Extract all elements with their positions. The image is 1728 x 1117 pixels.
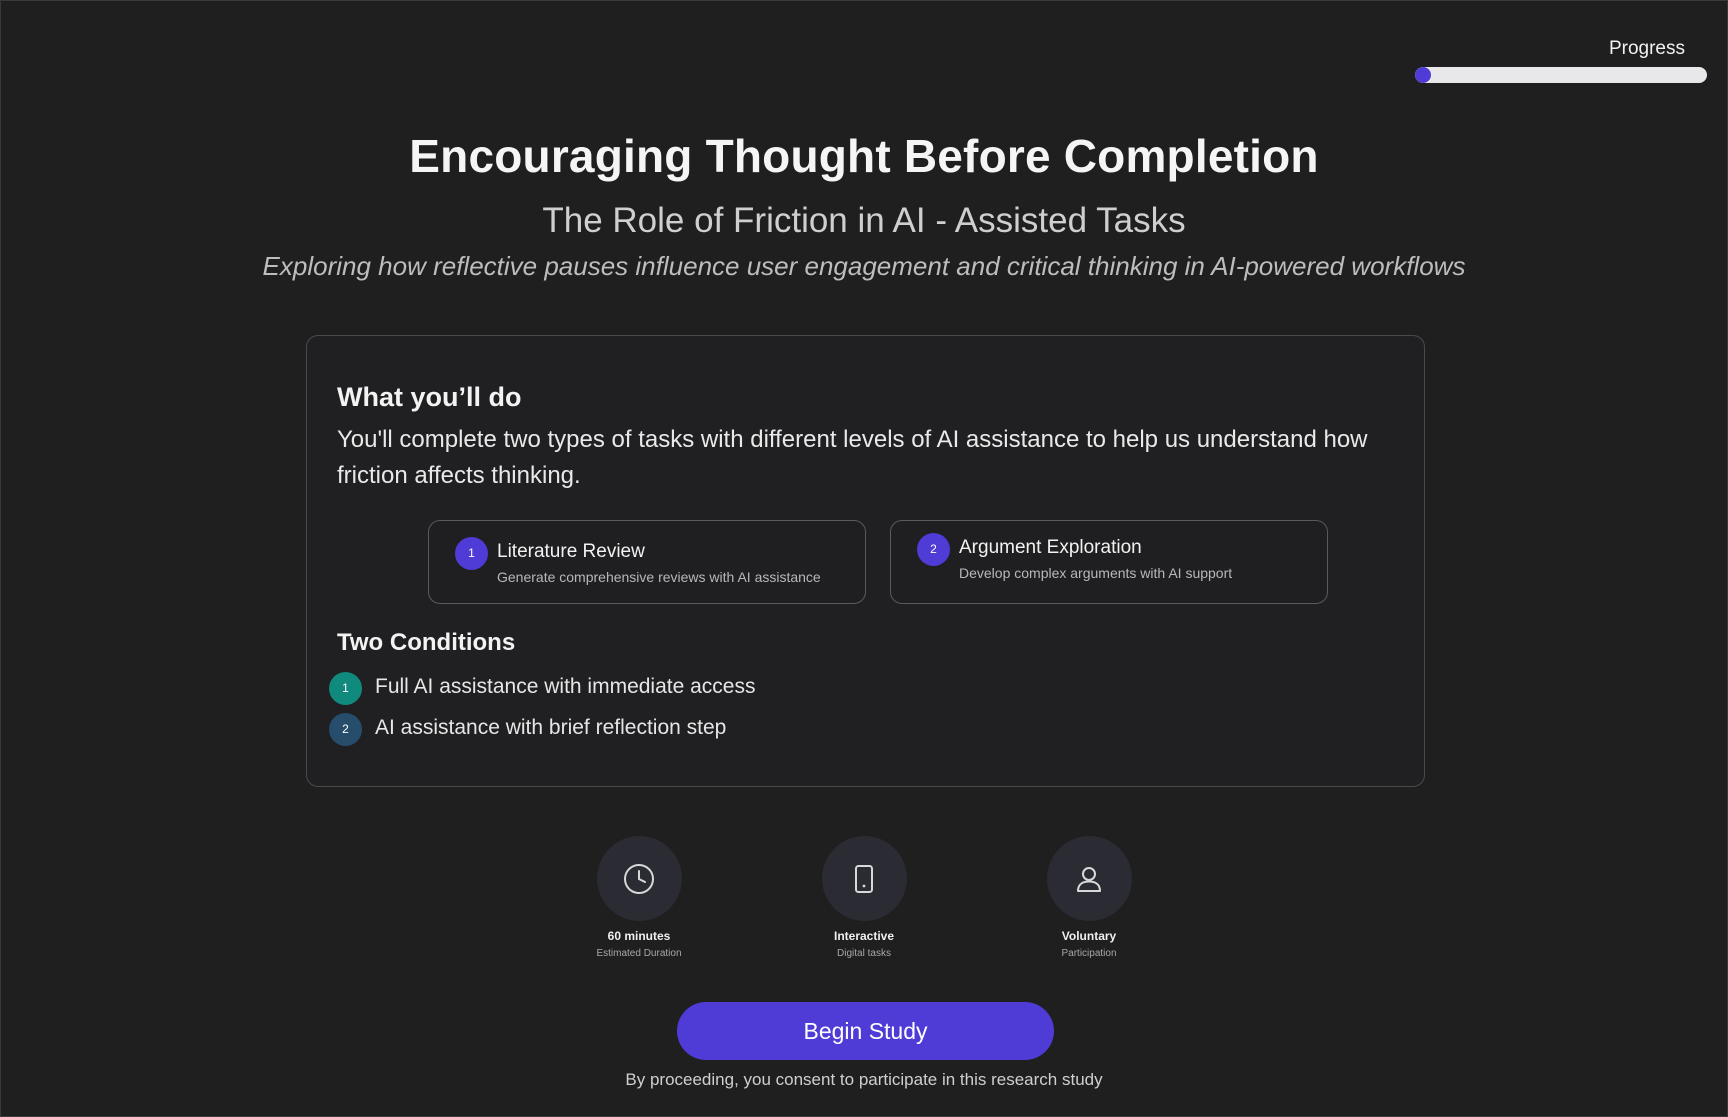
study-overview-card: What you’ll do You'll complete two types… [306,335,1425,787]
condition-number-badge: 1 [329,672,362,705]
task-subtitle: Generate comprehensive reviews with AI a… [497,569,821,585]
condition-text: AI assistance with brief reflection step [375,716,727,739]
task-title: Literature Review [497,541,645,562]
info-format: Interactive Digital tasks [784,836,944,959]
info-sub: Participation [1061,948,1117,959]
progress-fill [1415,67,1431,83]
overview-heading: What you’ll do [337,382,522,412]
condition-number-badge: 2 [329,713,362,746]
info-participation: Voluntary Participation [1009,836,1169,959]
user-icon [1046,836,1132,921]
progress-label: Progress [1608,38,1685,59]
tablet-icon [821,836,907,921]
page-title: Encouraging Thought Before Completion [409,130,1319,182]
progress-bar [1415,67,1707,83]
task-number-badge: 2 [917,533,950,566]
overview-description: You'll complete two types of tasks with … [337,426,1368,489]
task-title: Argument Exploration [959,537,1142,558]
info-label: 60 minutes [607,929,671,943]
condition-text: Full AI assistance with immediate access [375,675,756,698]
info-label: Interactive [833,929,895,943]
task-card-argument-exploration: 2 Argument Exploration Develop complex a… [890,520,1328,604]
page: Progress Encouraging Thought Before Comp… [0,0,1728,1117]
task-number-badge: 1 [455,537,488,570]
info-label: Voluntary [1061,929,1117,943]
page-tagline: Exploring how reflective pauses influenc… [262,251,1466,281]
clock-icon [596,836,682,921]
consent-text: By proceeding, you consent to participat… [625,1070,1103,1089]
begin-study-button[interactable]: Begin Study [677,1002,1054,1060]
info-duration: 60 minutes Estimated Duration [559,836,719,959]
conditions-heading: Two Conditions [337,629,516,656]
info-sub: Digital tasks [837,948,891,959]
task-card-literature-review: 1 Literature Review Generate comprehensi… [428,520,866,604]
info-sub: Estimated Duration [596,948,682,959]
task-subtitle: Develop complex arguments with AI suppor… [959,565,1233,581]
page-subtitle: The Role of Friction in AI - Assisted Ta… [542,201,1186,240]
